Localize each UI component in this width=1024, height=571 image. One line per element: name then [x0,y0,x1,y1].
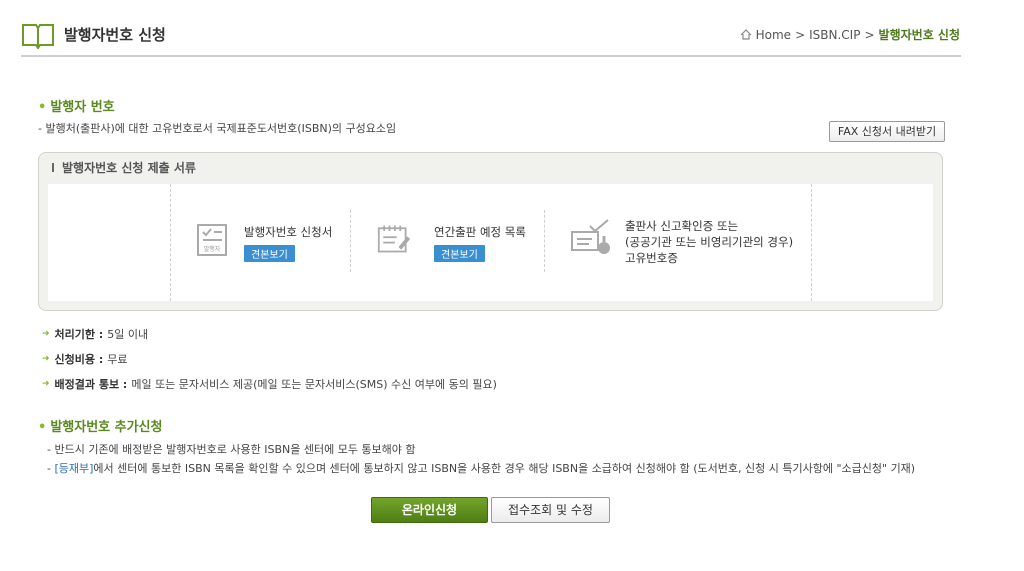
divider [544,210,545,272]
additional-note-1: - 반드시 기존에 배정받은 발행자번호로 사용한 ISBN을 센터에 모두 통… [47,443,416,456]
breadcrumb-isbn-cip[interactable]: ISBN.CIP [809,28,860,42]
home-icon [740,29,752,40]
bullet-icon: • [38,420,47,435]
svg-text:발행자: 발행자 [204,245,221,253]
breadcrumb-separator: > [795,27,806,42]
document-label: 발행자번호 신청서 [244,225,333,239]
info-result-notice: ➜ 배정결과 통보 : 메일 또는 문자서비스 제공(메일 또는 문자서비스(SM… [42,378,497,391]
divider [170,184,171,301]
page-title: 발행자번호 신청 [64,26,166,44]
info-application-fee: ➜ 신청비용 : 무료 [42,353,128,366]
required-documents-title: 발행자번호 신청 제출 서류 [52,159,196,176]
breadcrumb-home[interactable]: Home [756,28,791,42]
publisher-number-description: - 발행처(출판사)에 대한 고유번호로서 국제표준도서번호(ISBN)의 구성… [38,122,397,135]
book-icon [22,24,54,49]
breadcrumb-separator: > [864,27,875,42]
documents-panel [48,184,933,301]
arrow-icon: ➜ [42,379,50,389]
bullet-icon: • [38,100,47,115]
registry-link[interactable]: [등재부] [54,462,93,475]
view-sample-button[interactable]: 견본보기 [244,245,295,262]
online-apply-button[interactable]: 온라인신청 [371,497,488,523]
divider [350,210,351,272]
application-form-icon: 발행자 [197,224,227,256]
section-title-publisher-number: • 발행자 번호 [38,100,115,115]
document-label: 출판사 신고확인증 또는 (공공기관 또는 비영리기관의 경우) 고유번호증 [625,219,794,265]
additional-note-2: - [등재부]에서 센터에 통보한 ISBN 목록을 확인할 수 있으며 센터에… [47,462,916,475]
info-processing-period: ➜ 처리기한 :5일 이내 [42,328,149,341]
arrow-icon: ➜ [42,354,50,364]
breadcrumb: Home > ISBN.CIP > 발행자번호 신청 [740,26,960,43]
view-sample-button[interactable]: 견본보기 [434,245,485,262]
section-title-additional-application: • 발행자번호 추가신청 [38,420,163,435]
certificate-stamp-icon [571,219,610,254]
document-label: 연간출판 예정 목록 [434,225,526,239]
breadcrumb-current: 발행자번호 신청 [878,28,960,42]
fax-form-download-button[interactable]: FAX 신청서 내려받기 [829,121,945,142]
title-bar-icon [52,163,54,172]
header-divider [21,55,961,57]
arrow-icon: ➜ [42,329,50,339]
check-and-modify-button[interactable]: 접수조회 및 수정 [491,497,610,523]
divider [811,184,812,301]
calendar-list-icon [377,225,411,253]
